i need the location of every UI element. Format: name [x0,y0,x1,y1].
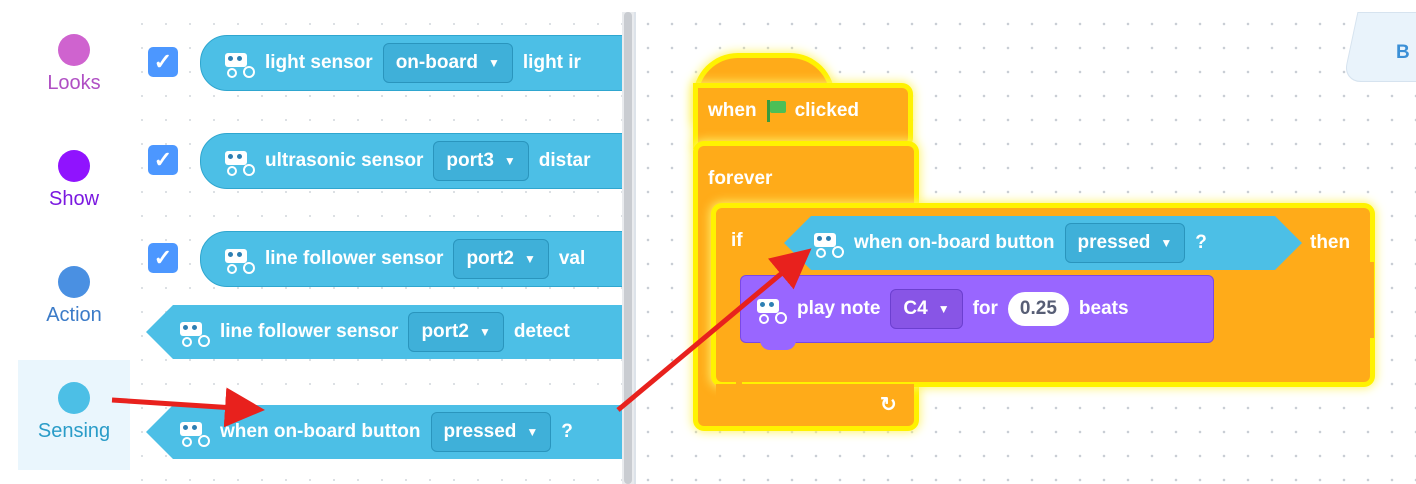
annotation-arrows [111,248,812,428]
red-arrow-icon [111,387,265,428]
red-arrow-icon [616,248,812,412]
